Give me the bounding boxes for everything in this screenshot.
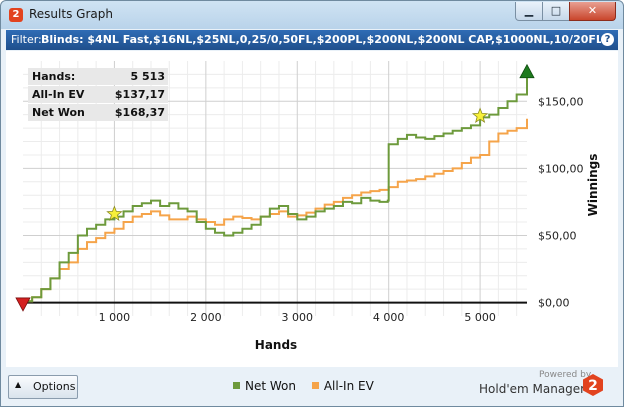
- stat-label: Net Won: [32, 106, 85, 119]
- chevron-up-icon: ▲: [15, 380, 22, 389]
- legend-label: Net Won: [245, 379, 296, 393]
- stat-value: $137,17: [114, 88, 165, 101]
- stat-row-hands: Hands: 5 513: [28, 68, 168, 85]
- stat-row-net-won: Net Won $168,37: [28, 104, 168, 121]
- stat-value: $168,37: [114, 106, 165, 119]
- x-tick-label: 2 000: [190, 311, 222, 324]
- legend-item-allin-ev: All-In EV: [311, 379, 374, 393]
- brand-name: Hold'em Manager: [479, 382, 586, 396]
- y-tick-label: $0,00: [538, 297, 570, 310]
- stat-label: Hands:: [32, 70, 76, 83]
- y-tick-label: $150,00: [538, 95, 584, 108]
- results-graph-window: 2 Results Graph ▁ □ ✕ Filter: Blinds: $4…: [0, 0, 624, 407]
- x-tick-label: 1 000: [99, 311, 131, 324]
- chart-legend: Net Won All-In EV: [233, 379, 386, 393]
- x-tick-label: 4 000: [373, 311, 405, 324]
- x-axis-label: Hands: [255, 338, 297, 352]
- stats-panel: Hands: 5 513 All-In EV $137,17 Net Won $…: [28, 68, 168, 122]
- max-marker: [519, 63, 535, 79]
- brand-logo-icon: 2: [583, 374, 603, 396]
- x-tick-label: 5 000: [464, 311, 496, 324]
- legend-swatch-allin-ev: [311, 382, 319, 389]
- y-tick-label: $100,00: [538, 162, 584, 175]
- results-chart: 1 000 2 000 3 000 4 000 5 000 $0,00 $50,00 $10…: [15, 61, 600, 352]
- y-tick-labels: $0,00 $50,00 $100,00 $150,00: [538, 95, 584, 309]
- min-marker: [15, 297, 31, 312]
- legend-swatch-net-won: [233, 382, 240, 389]
- series-allin-ev-line: [23, 118, 528, 303]
- stat-value: 5 513: [130, 70, 165, 83]
- legend-label: All-In EV: [323, 379, 374, 393]
- y-tick-label: $50,00: [538, 229, 577, 242]
- y-axis-label: Winnings: [586, 154, 600, 217]
- legend-item-net-won: Net Won: [233, 379, 296, 393]
- stat-label: All-In EV: [32, 88, 85, 101]
- options-button-label: Options: [33, 380, 76, 393]
- brand-logo-text: 2: [588, 378, 598, 394]
- x-tick-labels: 1 000 2 000 3 000 4 000 5 000: [99, 311, 496, 324]
- options-button[interactable]: ▲ Options: [8, 375, 78, 399]
- bottom-bar: ▲ Options Net Won All-In EV Powered by H…: [1, 368, 623, 406]
- x-tick-label: 3 000: [282, 311, 314, 324]
- stat-row-allin-ev: All-In EV $137,17: [28, 86, 168, 103]
